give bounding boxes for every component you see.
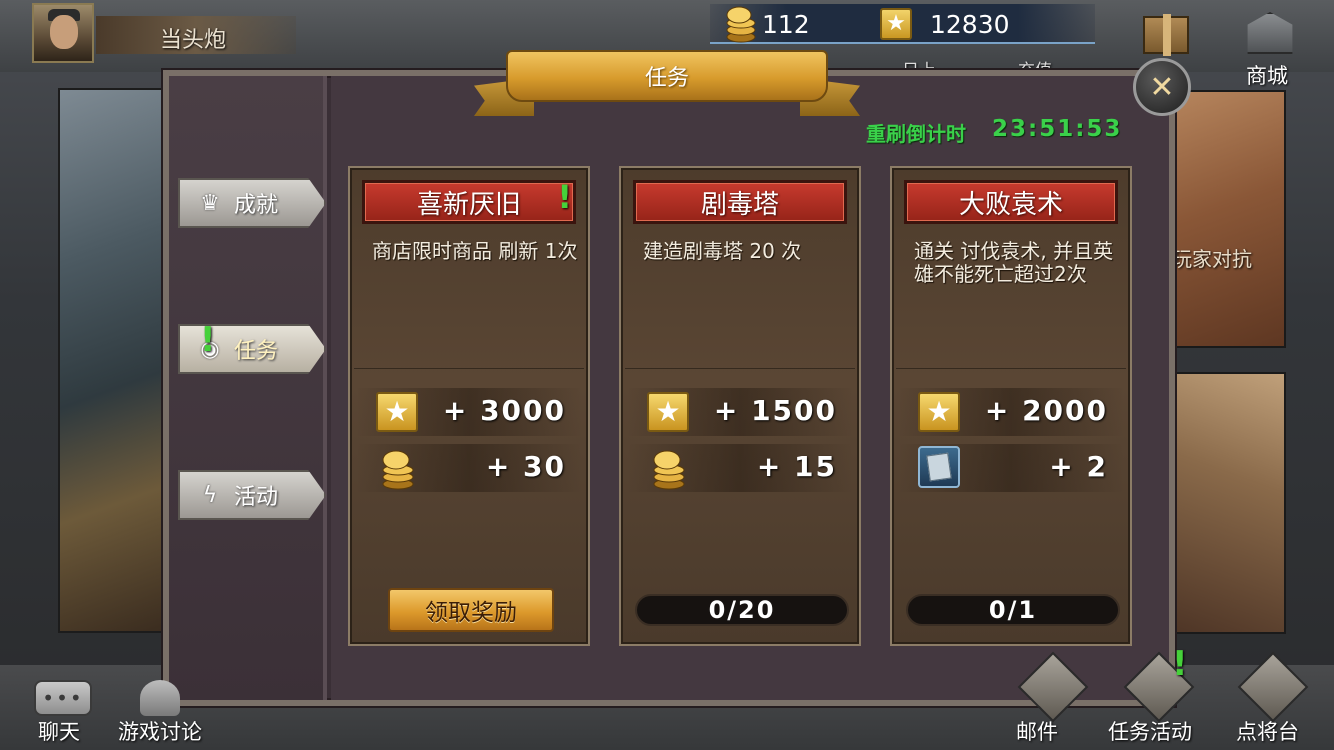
close-button[interactable]: ✕ bbox=[1133, 58, 1191, 116]
star-icon: ★ bbox=[880, 8, 912, 40]
reward-row: + 2 bbox=[898, 444, 1124, 492]
tab-label: 任务 bbox=[234, 339, 279, 364]
discussion-icon[interactable] bbox=[140, 680, 180, 716]
quest-card: 喜新厌旧 ! 商店限时商品 刷新 1次 ★ + 3000 + 30 领取奖励 bbox=[348, 166, 590, 646]
star-icon: ★ bbox=[647, 392, 689, 432]
reward-value: + 2000 bbox=[984, 394, 1108, 427]
reward-value: + 15 bbox=[756, 450, 837, 483]
tab-column bbox=[169, 76, 327, 700]
reward-value: + 2 bbox=[1049, 450, 1108, 483]
star-icon: ★ bbox=[376, 392, 418, 432]
panel-title: 任务 bbox=[644, 66, 689, 91]
pvp-label: 玩家对抗 bbox=[1172, 247, 1252, 271]
shop-label[interactable]: 商城 bbox=[1246, 60, 1288, 90]
quest-title: 喜新厌旧 bbox=[362, 180, 576, 224]
quest-description: 商店限时商品 刷新 1次 bbox=[372, 239, 578, 263]
quest-title: 大败袁术 bbox=[904, 180, 1118, 224]
gift-icon[interactable] bbox=[1143, 14, 1189, 56]
quest-description: 通关 讨伐袁术, 并且英雄不能死亡超过2次 bbox=[914, 239, 1114, 286]
quest-alert-icon: ! bbox=[557, 178, 572, 216]
quest-progress: 0/1 bbox=[906, 594, 1120, 626]
reward-row: ★ + 3000 bbox=[356, 388, 582, 436]
tab-achievements[interactable]: ♛ 成就 bbox=[178, 178, 326, 228]
tab-label: 成就 bbox=[234, 193, 279, 218]
quest-description: 建造剧毒塔 20 次 bbox=[643, 239, 802, 263]
pvp-artwork[interactable] bbox=[1170, 90, 1286, 348]
quest-activity-label[interactable]: 任务活动 bbox=[1108, 716, 1192, 746]
tab-events[interactable]: ϟ 活动 bbox=[178, 470, 326, 520]
reward-row: + 30 bbox=[356, 444, 582, 492]
refresh-countdown-timer: 23:51:53 bbox=[992, 116, 1123, 142]
quest-title: 剧毒塔 bbox=[633, 180, 847, 224]
star-balance: 12830 bbox=[930, 10, 1010, 39]
close-icon: ✕ bbox=[1149, 69, 1175, 105]
reward-value: + 30 bbox=[485, 450, 566, 483]
discussion-label[interactable]: 游戏讨论 bbox=[118, 716, 202, 746]
chat-label[interactable]: 聊天 bbox=[38, 716, 80, 746]
hero-artwork bbox=[58, 88, 168, 633]
avatar-face bbox=[50, 15, 78, 49]
reward-value: + 1500 bbox=[713, 394, 837, 427]
general-stage-label[interactable]: 点将台 bbox=[1236, 716, 1299, 746]
refresh-countdown-label: 重刷倒计时 bbox=[866, 122, 966, 146]
tab-alert-icon: ! bbox=[200, 320, 216, 360]
card-icon bbox=[918, 446, 960, 488]
player-avatar[interactable] bbox=[32, 3, 94, 63]
reward-row: ★ + 1500 bbox=[627, 388, 853, 436]
reward-row: + 15 bbox=[627, 444, 853, 492]
reward-row: ★ + 2000 bbox=[898, 388, 1124, 436]
lightning-icon: ϟ bbox=[202, 482, 218, 508]
mail-label[interactable]: 邮件 bbox=[1016, 716, 1058, 746]
crown-icon: ♛ bbox=[200, 190, 220, 216]
claim-reward-button[interactable]: 领取奖励 bbox=[388, 588, 554, 632]
tab-label: 活动 bbox=[234, 485, 279, 510]
coin-balance: 112 bbox=[762, 10, 810, 39]
chat-icon[interactable] bbox=[34, 680, 92, 716]
star-icon: ★ bbox=[918, 392, 960, 432]
coin-stack-icon bbox=[653, 450, 685, 490]
quest-progress: 0/20 bbox=[635, 594, 849, 626]
quest-activity-alert-icon: ! bbox=[1172, 644, 1188, 684]
player-name: 当头炮 bbox=[160, 28, 227, 53]
quest-card: 大败袁术 通关 讨伐袁术, 并且英雄不能死亡超过2次 ★ + 2000 + 2 … bbox=[890, 166, 1132, 646]
coin-stack-icon bbox=[726, 6, 756, 43]
quest-card: 剧毒塔 建造剧毒塔 20 次 ★ + 1500 + 15 0/20 bbox=[619, 166, 861, 646]
coin-stack-icon bbox=[382, 450, 414, 490]
reward-value: + 3000 bbox=[442, 394, 566, 427]
battle-artwork[interactable] bbox=[1170, 372, 1286, 634]
